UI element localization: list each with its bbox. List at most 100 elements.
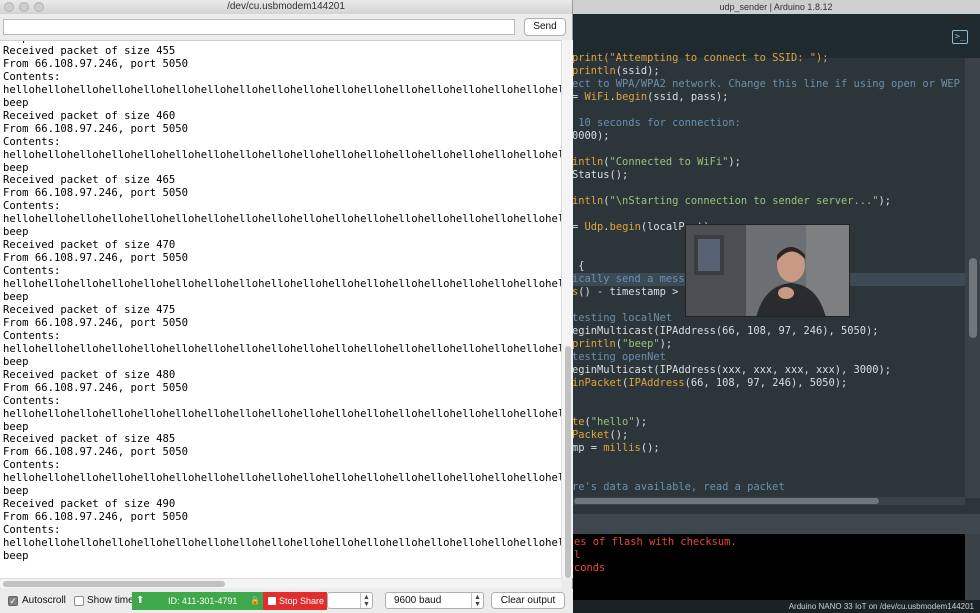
code-token: (); <box>609 429 629 441</box>
code-token: ically send a message <box>572 273 704 285</box>
serial-output-line: hellohellohellohellohellohellohellohello… <box>3 407 561 420</box>
editor-hscroll-thumb[interactable] <box>574 498 879 504</box>
code-line[interactable]: 0000); <box>572 130 610 143</box>
webcam-video-overlay[interactable] <box>685 224 850 317</box>
code-token: testing localNet <box>572 312 673 324</box>
share-meeting-id[interactable]: ⬆ ID: 411-301-4791 🔒 <box>132 592 263 610</box>
clear-output-button[interactable]: Clear output <box>491 592 565 609</box>
code-line[interactable]: { <box>572 260 585 273</box>
code-token: millis <box>603 442 641 454</box>
code-token: "Connected to WiFi" <box>609 156 729 168</box>
code-token: = <box>572 221 585 233</box>
code-token: Udp <box>584 221 604 233</box>
serial-output-line: From 66.108.97.246, port 5050 <box>3 187 188 200</box>
serial-output-line: Contents: <box>3 265 61 278</box>
serial-output-line: From 66.108.97.246, port 5050 <box>3 511 188 524</box>
code-token: ); <box>878 195 892 207</box>
code-line[interactable]: inPacket(IPAddress(66, 108, 97, 246), 50… <box>572 377 847 390</box>
serial-output-line: Contents: <box>3 394 61 407</box>
serial-output-line: Contents: <box>3 135 61 148</box>
code-line[interactable]: print("Attempting to connect to SSID: ")… <box>572 52 828 65</box>
serial-output-line: Received packet of size 470 <box>3 239 176 252</box>
baud-rate-value: 9600 baud <box>394 595 442 606</box>
code-line[interactable]: ect to WPA/WPA2 network. Change this lin… <box>572 78 965 91</box>
serial-output-line: Contents: <box>3 524 61 537</box>
code-token: Status(); <box>572 169 629 181</box>
code-line[interactable]: intln("\nStarting connection to sender s… <box>572 195 891 208</box>
code-token: WiFi <box>584 91 610 103</box>
code-line[interactable]: Status(); <box>572 169 628 182</box>
code-line[interactable]: 10 seconds for connection: <box>572 117 741 130</box>
console-scrollbar[interactable] <box>965 534 980 600</box>
serial-output-line: From 66.108.97.246, port 5050 <box>3 57 188 70</box>
code-token: intln <box>572 195 604 207</box>
editor-scroll-thumb[interactable] <box>969 258 977 338</box>
line-ending-select[interactable]: ▲ ▼ <box>327 592 373 609</box>
code-token: print("Attempting to connect to SSID: ")… <box>572 52 829 64</box>
code-token: eginMulticast(IPAddress(66, 108, 97, 246… <box>572 325 879 337</box>
code-line[interactable]: intln("Connected to WiFi"); <box>572 156 741 169</box>
show-timestamp-label: Show time <box>87 595 134 606</box>
updown-arrow-icon: ▲ ▼ <box>471 593 483 608</box>
close-window-button[interactable] <box>4 2 14 12</box>
serial-output-line: beep <box>3 550 29 562</box>
code-token: { <box>572 260 585 272</box>
code-line[interactable]: Packet(); <box>572 429 628 442</box>
minimize-window-button[interactable] <box>19 2 29 12</box>
ide-console: es of flash with checksum. l conds <box>572 534 965 600</box>
serial-output-line: hellohellohellohellohellohellohellohello… <box>3 83 561 96</box>
console-line: l <box>574 549 581 561</box>
output-vertical-scrollbar[interactable] <box>561 40 573 578</box>
code-line[interactable]: re's data available, read a packet <box>572 481 785 494</box>
lock-icon: 🔒 <box>250 596 260 605</box>
autoscroll-checkbox[interactable]: ✓ <box>8 596 18 606</box>
serial-output-line: From 66.108.97.246, port 5050 <box>3 446 188 459</box>
code-line[interactable]: eginMulticast(IPAddress(xxx, xxx, xxx, x… <box>572 364 891 377</box>
meeting-id-text: ID: 411-301-4791 <box>168 596 238 606</box>
code-token: ect to WPA/WPA2 network. Change this lin… <box>572 78 960 90</box>
output-horizontal-scrollbar[interactable] <box>0 578 561 588</box>
serial-output-line: Contents: <box>3 459 61 472</box>
serial-monitor-icon[interactable]: >_ <box>952 30 968 44</box>
code-token: (66, 108, 97, 246), 5050); <box>684 377 848 389</box>
editor-vertical-scrollbar[interactable] <box>965 58 980 498</box>
editor-console-divider[interactable] <box>572 514 980 534</box>
stop-icon <box>268 597 276 605</box>
code-line[interactable]: testing localNet <box>572 312 672 325</box>
code-token: re's data available, read a packet <box>572 481 785 493</box>
code-line[interactable]: println(ssid); <box>572 65 660 78</box>
send-button[interactable]: Send <box>524 18 566 36</box>
code-token: (); <box>640 442 660 454</box>
baud-rate-select[interactable]: 9600 baud ▲ ▼ <box>385 592 484 609</box>
code-line[interactable]: = WiFi.begin(ssid, pass); <box>572 91 728 104</box>
serial-output-line: Contents: <box>3 70 61 83</box>
serial-output-line: hellohellohellohellohellohellohellohello… <box>3 472 561 485</box>
serial-output-line: hellohellohellohellohellohellohellohello… <box>3 342 561 355</box>
serial-output-line: From 66.108.97.246, port 5050 <box>3 381 188 394</box>
zoom-window-button[interactable] <box>34 2 44 12</box>
serial-output-line: beep <box>3 96 29 109</box>
serial-output[interactable]: beepReceived packet of size 455From 66.1… <box>0 40 561 578</box>
serial-output-line: Received packet of size 490 <box>3 498 176 511</box>
code-line[interactable]: eginMulticast(IPAddress(66, 108, 97, 246… <box>572 325 879 338</box>
serial-output-line: hellohellohellohellohellohellohellohello… <box>3 278 561 291</box>
output-hscroll-thumb[interactable] <box>3 581 225 587</box>
console-line: conds <box>574 562 606 574</box>
code-line[interactable]: mp = millis(); <box>572 442 660 455</box>
code-token: "\nStarting connection to sender server.… <box>609 195 879 207</box>
show-timestamp-checkbox[interactable] <box>74 596 84 606</box>
serial-output-line: beep <box>3 485 29 498</box>
output-scroll-thumb[interactable] <box>565 346 571 578</box>
editor-horizontal-scrollbar[interactable] <box>572 497 965 505</box>
code-token: 10 seconds for connection: <box>572 117 741 129</box>
serial-send-input[interactable] <box>3 19 515 35</box>
code-token: intln <box>572 156 604 168</box>
stop-share-button[interactable]: Stop Share <box>263 592 327 610</box>
serial-output-line: Received packet of size 485 <box>3 433 176 446</box>
code-line[interactable]: println("beep"); <box>572 338 672 351</box>
code-token: println <box>572 65 616 77</box>
code-token: testing openNet <box>572 351 666 363</box>
code-line[interactable]: testing openNet <box>572 351 666 364</box>
code-line[interactable]: te("hello"); <box>572 416 647 429</box>
ide-status-bar: Arduino NANO 33 IoT on /dev/cu.usbmodem1… <box>572 600 980 613</box>
